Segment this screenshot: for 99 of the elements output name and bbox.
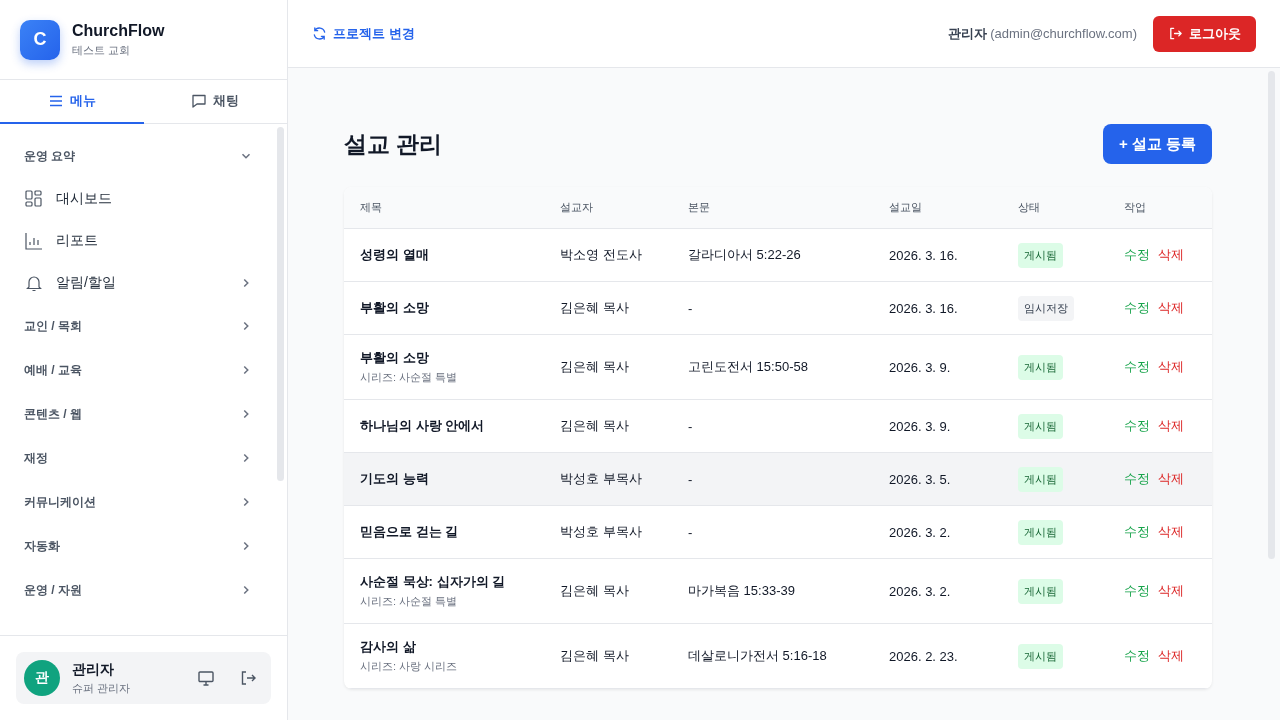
table-cell-text: 박성호 부목사 xyxy=(559,523,643,541)
user-role: 슈퍼 관리자 xyxy=(72,680,132,696)
avatar: 관 xyxy=(24,660,60,696)
menu-section[interactable]: 자동화 xyxy=(24,524,253,568)
delete-link[interactable]: 삭제 xyxy=(1158,523,1184,541)
table-cell-text: 2026. 2. 23. xyxy=(888,648,959,664)
column-header: 본문 xyxy=(687,200,711,215)
sermon-title: 부활의 소망 xyxy=(360,349,430,367)
status-badge: 게시됨 xyxy=(1018,643,1063,669)
table-cell-text: 갈라디아서 5:22-26 xyxy=(687,246,802,264)
status-badge: 게시됨 xyxy=(1018,578,1063,604)
logout-button[interactable]: 로그아웃 xyxy=(1153,15,1256,52)
change-project-link[interactable]: 프로젝트 변경 xyxy=(312,24,415,43)
scrollbar[interactable] xyxy=(277,127,284,481)
menu-section[interactable]: 재정 xyxy=(24,436,253,480)
user-email: (admin@churchflow.com) xyxy=(990,25,1137,41)
table-row[interactable]: 감사의 삶 시리즈: 사랑 시리즈 김은혜 목사 데살로니가전서 5:16-18 2026. 2. 23. 게시됨 수정 삭제 xyxy=(344,624,1212,689)
table-cell-text: 2026. 3. 16. xyxy=(888,247,959,263)
table-cell-text: - xyxy=(687,300,694,316)
status-badge: 게시됨 xyxy=(1018,466,1063,492)
delete-link[interactable]: 삭제 xyxy=(1158,299,1184,317)
table-cell-text: 마가복음 15:33-39 xyxy=(687,582,796,600)
sermon-title: 하나님의 사랑 안에서 xyxy=(360,417,486,435)
table-cell-text: 데살로니가전서 5:16-18 xyxy=(687,647,828,665)
menu-section[interactable]: 교인 / 목회 xyxy=(24,304,253,348)
menu-item[interactable]: 알림/할일 xyxy=(24,262,253,304)
table-row[interactable]: 기도의 능력 박성호 부목사 - 2026. 3. 5. 게시됨 수정 삭제 xyxy=(344,453,1212,506)
series-label: 시리즈: 사순절 특별 xyxy=(360,370,459,385)
chat-icon xyxy=(191,93,208,109)
logo: C xyxy=(20,19,60,60)
sidebar-tab[interactable]: 채팅 xyxy=(143,80,287,124)
table-row[interactable]: 부활의 소망 시리즈: 사순절 특별 김은혜 목사 고린도전서 15:50-58 2026. 3. 9. 게시됨 수정 삭제 xyxy=(344,335,1212,400)
delete-link[interactable]: 삭제 xyxy=(1158,582,1184,600)
monitor-icon[interactable] xyxy=(197,669,215,687)
bar-chart-icon xyxy=(24,231,44,251)
series-label: 시리즈: 사랑 시리즈 xyxy=(360,659,459,674)
table-cell-text: 2026. 3. 5. xyxy=(888,471,952,487)
menu-section[interactable]: 콘텐츠 / 웹 xyxy=(24,392,253,436)
column-header: 설교일 xyxy=(888,200,923,215)
table-cell-text: 2026. 3. 16. xyxy=(888,300,959,316)
table-cell-text: 2026. 3. 2. xyxy=(888,583,952,599)
table-cell-text: - xyxy=(687,471,694,487)
delete-link[interactable]: 삭제 xyxy=(1158,470,1184,488)
menu-item[interactable]: 대시보드 xyxy=(24,178,253,220)
sermon-title: 성령의 열매 xyxy=(360,246,430,264)
user-name: 관리자 xyxy=(72,660,115,679)
table-row[interactable]: 성령의 열매 박소영 전도사 갈라디아서 5:22-26 2026. 3. 16. 게시됨 수정 삭제 xyxy=(344,229,1212,282)
table-cell-text: 김은혜 목사 xyxy=(559,417,630,435)
delete-link[interactable]: 삭제 xyxy=(1158,417,1184,435)
table-cell-text: 김은혜 목사 xyxy=(559,299,630,317)
table-row[interactable]: 믿음으로 걷는 길 박성호 부목사 - 2026. 3. 2. 게시됨 수정 삭제 xyxy=(344,506,1212,559)
menu-icon xyxy=(47,93,64,109)
sermon-title: 믿음으로 걷는 길 xyxy=(360,523,460,541)
add-sermon-button[interactable]: + 설교 등록 xyxy=(1102,124,1212,164)
column-header: 설교자 xyxy=(559,200,594,215)
page-title: 설교 관리 xyxy=(344,129,443,159)
sermon-title: 기도의 능력 xyxy=(360,470,430,488)
sidebar-tab[interactable]: 메뉴 xyxy=(0,80,144,124)
table-cell-text: 2026. 3. 9. xyxy=(888,418,952,434)
table-cell-text: 박소영 전도사 xyxy=(559,246,643,264)
table-cell-text: 박성호 부목사 xyxy=(559,470,643,488)
delete-link[interactable]: 삭제 xyxy=(1158,358,1184,376)
table-cell-text: - xyxy=(687,524,694,540)
table-cell-text: 김은혜 목사 xyxy=(559,647,630,665)
sermon-title: 감사의 삶 xyxy=(360,638,417,656)
table-cell-text: 2026. 3. 9. xyxy=(888,359,952,375)
status-badge: 게시됨 xyxy=(1018,413,1063,439)
series-label: 시리즈: 사순절 특별 xyxy=(360,594,459,609)
table-cell-text: 김은혜 목사 xyxy=(559,582,630,600)
sermon-title: 부활의 소망 xyxy=(360,299,430,317)
table-cell-text: 2026. 3. 2. xyxy=(888,524,952,540)
menu-section[interactable]: 예배 / 교육 xyxy=(24,348,253,392)
dashboard-icon xyxy=(24,189,44,209)
user-name: 관리자 xyxy=(947,25,987,41)
menu-item[interactable]: 리포트 xyxy=(24,220,253,262)
menu-section[interactable]: 커뮤니케이션 xyxy=(24,480,253,524)
status-badge: 게시됨 xyxy=(1018,519,1063,545)
column-header: 작업 xyxy=(1123,200,1147,215)
column-header: 상태 xyxy=(1017,200,1041,215)
bell-icon xyxy=(24,273,44,293)
logout-icon xyxy=(1168,26,1183,41)
refresh-icon xyxy=(312,26,327,41)
status-badge: 게시됨 xyxy=(1018,354,1063,380)
menu-section[interactable]: 운영 / 자원 xyxy=(24,568,253,612)
logout-icon[interactable] xyxy=(239,669,257,687)
menu-section[interactable]: 운영 요약 xyxy=(24,134,253,178)
status-badge: 게시됨 xyxy=(1018,242,1063,268)
table-cell-text: - xyxy=(687,418,694,434)
status-badge: 임시저장 xyxy=(1018,295,1074,321)
app-name: ChurchFlow xyxy=(72,21,165,40)
table-cell-text: 고린도전서 15:50-58 xyxy=(687,358,809,376)
sermon-title: 사순절 묵상: 십자가의 길 xyxy=(360,573,507,591)
table-row[interactable]: 부활의 소망 김은혜 목사 - 2026. 3. 16. 임시저장 수정 삭제 xyxy=(344,282,1212,335)
church-name: 테스트 교회 xyxy=(72,42,132,58)
column-header: 제목 xyxy=(359,200,383,215)
delete-link[interactable]: 삭제 xyxy=(1158,246,1184,264)
table-cell-text: 김은혜 목사 xyxy=(559,358,630,376)
table-row[interactable]: 사순절 묵상: 십자가의 길 시리즈: 사순절 특별 김은혜 목사 마가복음 15:33-39 2026. 3. 2. 게시됨 수정 삭제 xyxy=(344,559,1212,624)
delete-link[interactable]: 삭제 xyxy=(1158,647,1184,665)
